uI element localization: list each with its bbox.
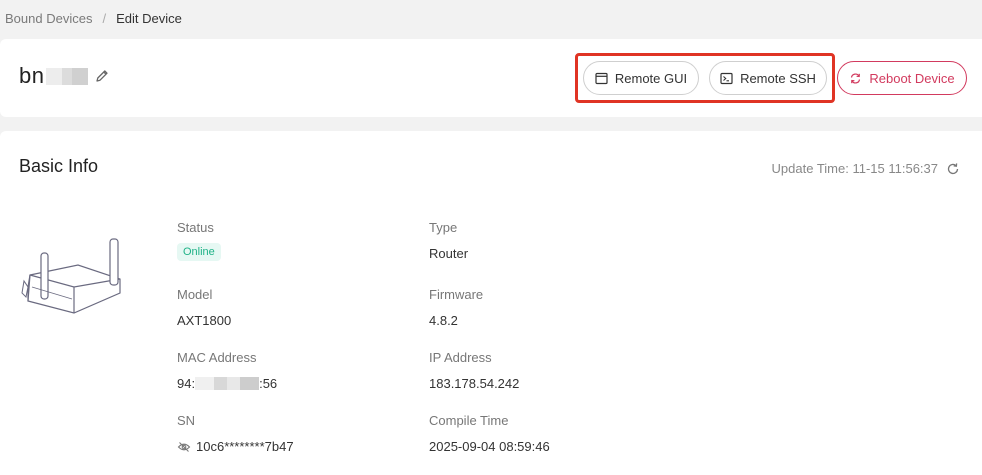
sn-value-row: 10c6********7b47 [177,439,294,454]
update-time: Update Time: 11-15 11:56:37 [772,161,960,176]
model-value: AXT1800 [177,313,232,328]
model-label: Model [177,287,213,302]
mac-value: 94: :56 [177,376,277,391]
device-name-text: bn [19,63,45,88]
remote-gui-label: Remote GUI [614,70,688,86]
eye-slash-icon[interactable] [177,440,191,454]
remote-gui-button[interactable]: Remote GUI [583,61,699,95]
window-icon [595,72,608,84]
status-badge: Online [177,243,221,261]
compile-time-value: 2025-09-04 08:59:46 [429,439,550,454]
device-name-redaction [46,67,89,85]
router-image [21,238,121,314]
breadcrumb-edit-device: Edit Device [116,11,182,26]
mac-prefix: 94: [177,376,196,391]
mac-suffix: :56 [259,376,278,391]
model-field: Model AXT1800 [177,287,231,328]
type-label: Type [429,220,458,235]
mac-redaction [195,377,260,390]
reboot-device-label: Reboot Device [869,70,955,86]
firmware-field: Firmware 4.8.2 [429,287,483,328]
status-field: Status Online [177,220,221,261]
breadcrumb: Bound Devices / Edit Device [5,11,182,26]
mac-field: MAC Address 94: :56 [177,350,277,391]
reboot-device-button[interactable]: Reboot Device [837,61,967,95]
update-time-text: Update Time: 11-15 11:56:37 [771,161,938,176]
compile-time-field: Compile Time 2025-09-04 08:59:46 [429,413,550,454]
sn-value: 10c6********7b47 [196,439,294,454]
ip-value: 183.178.54.242 [429,376,520,391]
ip-label: IP Address [429,350,492,365]
basic-info-card: Basic Info Update Time: 11-15 11:56:37 S… [0,131,982,475]
mac-label: MAC Address [177,350,257,365]
pencil-icon[interactable] [94,68,110,84]
sn-field: SN 10c6********7b47 [177,413,294,454]
remote-ssh-button[interactable]: Remote SSH [709,61,827,95]
firmware-value: 4.8.2 [429,313,458,328]
firmware-label: Firmware [429,287,484,302]
breadcrumb-separator: / [102,11,107,26]
device-name: bn [19,63,110,89]
basic-info-title: Basic Info [19,156,99,176]
ip-field: IP Address 183.178.54.242 [429,350,519,391]
remote-ssh-label: Remote SSH [740,70,816,86]
breadcrumb-bound-devices[interactable]: Bound Devices [5,11,92,26]
refresh-icon[interactable] [946,162,960,176]
refresh-arrows-icon [851,72,861,84]
sn-label: SN [177,413,196,428]
compile-time-label: Compile Time [429,413,509,428]
type-value: Router [429,246,469,261]
status-label: Status [177,220,214,235]
terminal-icon [720,72,733,84]
device-header-card: bn Remote GUI Remote SSH Reboot Device [0,39,982,117]
type-field: Type Router [429,220,468,261]
